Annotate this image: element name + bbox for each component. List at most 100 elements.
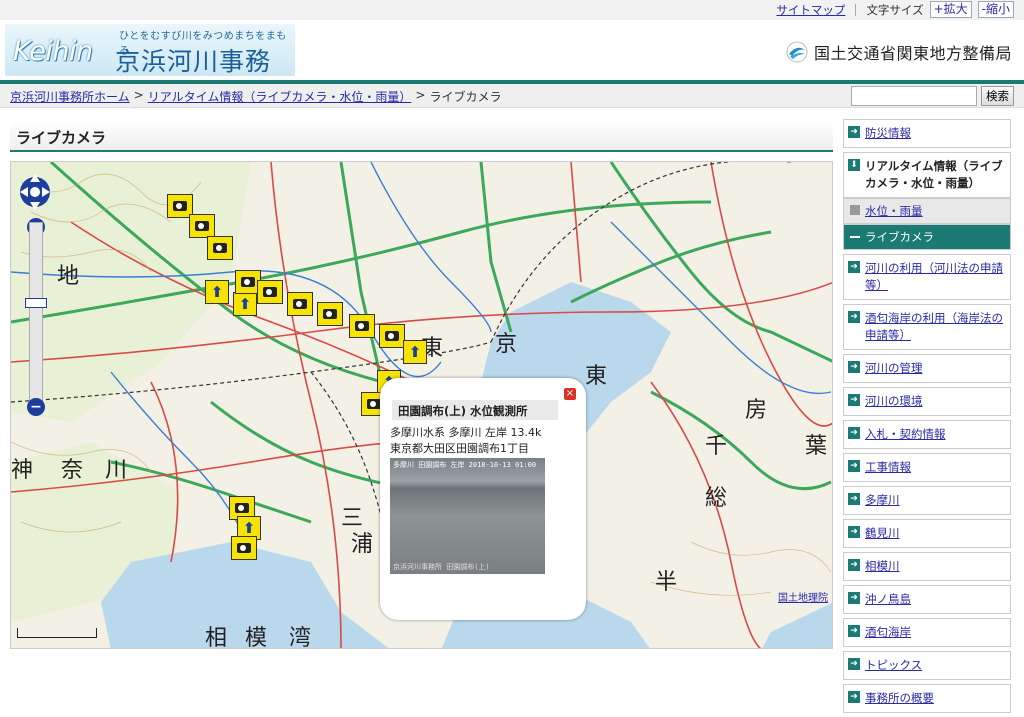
camera-marker[interactable] xyxy=(207,236,233,260)
gsi-link[interactable]: 国土地理院 xyxy=(778,589,828,604)
map-label-sagami-3: 湾 xyxy=(289,626,312,649)
arrow-right-icon: ➜ xyxy=(848,261,860,273)
sidebar-item-river-environment[interactable]: ➜ 河川の環境 xyxy=(843,387,1011,416)
zoom-out-button[interactable]: − xyxy=(27,398,45,416)
sidebar-subitem-live-camera[interactable]: ライブカメラ xyxy=(843,224,1011,250)
map-label-boso-2: 総 xyxy=(705,486,728,511)
camera-marker[interactable] xyxy=(257,280,283,304)
sidebar-item-sagamigawa[interactable]: ➜ 相模川 xyxy=(843,552,1011,581)
sidebar-item-label: トピックス xyxy=(865,658,923,672)
close-icon[interactable]: × xyxy=(564,388,576,400)
live-camera-map[interactable]: 地 東 京 東 神 奈 川 房 千 葉 総 三 浦 半 相 模 湾 + − ⬆ … xyxy=(10,161,833,649)
sidebar-item-label: 多摩川 xyxy=(865,493,900,507)
breadcrumb: 京浜河川事務所ホーム > リアルタイム情報（ライブカメラ・水位・雨量） > ライ… xyxy=(10,88,501,105)
sidebar-item-tamagawa[interactable]: ➜ 多摩川 xyxy=(843,486,1011,515)
map-label-chiba-2: 葉 xyxy=(805,434,828,459)
water-level-marker[interactable]: ⬆ xyxy=(233,292,257,316)
camera-icon xyxy=(293,299,307,309)
site-header: ひとをむすび川をみつめまちをまもる Keihin 京浜河川事務所 国土交通省関東… xyxy=(0,20,1024,112)
sidebar-item-topics[interactable]: ➜ トピックス xyxy=(843,651,1011,680)
snapshot-caption: 京浜河川事務所 田園調布(上) xyxy=(393,563,490,571)
water-level-marker[interactable]: ⬆ xyxy=(403,340,427,364)
page-title-box: ライブカメラ xyxy=(10,122,833,152)
font-enlarge-button[interactable]: +拡大 xyxy=(929,1,972,18)
arrow-right-icon: ➜ xyxy=(848,658,860,670)
sidebar-item-coast-use[interactable]: ➜ 酒匂海岸の利用（海岸法の申請等） xyxy=(843,304,1011,350)
snapshot-timestamp: 多摩川 田園調布 左岸 2018-10-13 01:00 xyxy=(393,461,537,469)
breadcrumb-realtime[interactable]: リアルタイム情報（ライブカメラ・水位・雨量） xyxy=(148,88,412,105)
zoom-slider-track[interactable] xyxy=(29,222,43,412)
breadcrumb-home[interactable]: 京浜河川事務所ホーム xyxy=(10,88,130,105)
arrow-right-icon: ➜ xyxy=(848,460,860,472)
map-label-miura-2: 浦 xyxy=(351,532,374,557)
arrow-right-icon: ➜ xyxy=(848,126,860,138)
arrow-down-icon: ⬇ xyxy=(848,159,860,171)
camera-icon xyxy=(367,399,381,409)
sidebar-item-sakawa-coast[interactable]: ➜ 酒匂海岸 xyxy=(843,618,1011,647)
map-label-sagami-2: 模 xyxy=(245,626,268,649)
sidebar-item-label: 河川の環境 xyxy=(865,394,923,408)
camera-marker[interactable] xyxy=(287,292,313,316)
sidebar-item-office-overview[interactable]: ➜ 事務所の概要 xyxy=(843,684,1011,713)
sidebar-item-realtime[interactable]: ⬇ リアルタイム情報（ライブカメラ・水位・雨量） xyxy=(843,152,1011,198)
popup-address: 東京都大田区田園調布1丁目 xyxy=(390,442,529,455)
sidebar-item-river-use[interactable]: ➜ 河川の利用（河川法の申請等） xyxy=(843,254,1011,300)
camera-icon xyxy=(195,221,209,231)
camera-icon xyxy=(385,331,399,341)
sidebar-item-okinotorishima[interactable]: ➜ 沖ノ鳥島 xyxy=(843,585,1011,614)
map-label-chiba-1: 千 xyxy=(705,434,728,459)
sidebar-item-label: 防災情報 xyxy=(865,126,911,140)
sidebar-item-tsurumigawa[interactable]: ➜ 鶴見川 xyxy=(843,519,1011,548)
camera-marker[interactable] xyxy=(231,536,257,560)
camera-icon xyxy=(237,543,251,553)
camera-snapshot[interactable]: 多摩川 田園調布 左岸 2018-10-13 01:00 京浜河川事務所 田園調… xyxy=(390,458,545,574)
arrow-right-icon: ➜ xyxy=(848,394,860,406)
map-label-kanagawa-2: 川 xyxy=(105,458,128,483)
camera-marker[interactable] xyxy=(379,324,405,348)
camera-icon xyxy=(323,309,337,319)
sidebar-subitem-water-rain[interactable]: 水位・雨量 xyxy=(843,198,1011,224)
map-label-sagami-1: 相 xyxy=(205,626,228,649)
logo-latin: Keihin xyxy=(13,36,93,67)
sidebar-item-disaster-info[interactable]: ➜ 防災情報 xyxy=(843,119,1011,148)
sidebar-item-label: 工事情報 xyxy=(865,460,911,474)
water-level-marker[interactable]: ⬆ xyxy=(205,280,229,304)
sidebar-item-bidding[interactable]: ➜ 入札・契約情報 xyxy=(843,420,1011,449)
map-label-chi: 地 xyxy=(57,264,80,289)
sitemap-link[interactable]: サイトマップ xyxy=(776,2,845,18)
sidebar-item-label: ライブカメラ xyxy=(865,230,934,244)
zoom-control: + − xyxy=(17,168,53,418)
utility-links: サイトマップ 文字サイズ +拡大 -縮小 xyxy=(776,1,1014,18)
sidebar-item-label: 河川の利用（河川法の申請等） xyxy=(865,261,1003,292)
camera-icon xyxy=(173,201,187,211)
plus-square-icon xyxy=(850,205,860,215)
arrow-right-icon: ➜ xyxy=(848,592,860,604)
sidebar-item-label: 入札・契約情報 xyxy=(865,427,946,441)
zoom-slider-knob[interactable] xyxy=(25,298,47,308)
arrow-right-icon: ➜ xyxy=(848,361,860,373)
minus-icon xyxy=(850,236,860,238)
sidebar-item-label: リアルタイム情報（ライブカメラ・水位・雨量） xyxy=(865,159,1003,190)
sidebar-nav: ➜ 防災情報 ⬇ リアルタイム情報（ライブカメラ・水位・雨量） 水位・雨量 ライ… xyxy=(843,119,1013,717)
page-title: ライブカメラ xyxy=(16,129,107,147)
camera-marker[interactable] xyxy=(349,314,375,338)
arrow-up-icon: ⬆ xyxy=(238,294,252,313)
search-input[interactable] xyxy=(851,86,977,106)
map-label-boso-1: 房 xyxy=(745,398,768,423)
font-shrink-button[interactable]: -縮小 xyxy=(977,1,1014,18)
sidebar-item-construction[interactable]: ➜ 工事情報 xyxy=(843,453,1011,482)
camera-marker[interactable] xyxy=(317,302,343,326)
popup-river-info: 多摩川水系 多摩川 左岸 13.4k xyxy=(390,426,542,439)
arrow-up-icon: ⬆ xyxy=(408,342,422,361)
ministry-logo[interactable]: 国土交通省関東地方整備局 xyxy=(786,40,1012,64)
sidebar-item-river-management[interactable]: ➜ 河川の管理 xyxy=(843,354,1011,383)
breadcrumb-current: ライブカメラ xyxy=(429,90,502,104)
arrow-up-icon: ⬆ xyxy=(242,518,256,537)
search-button[interactable]: 検索 xyxy=(981,86,1014,106)
camera-marker[interactable] xyxy=(189,214,215,238)
map-label-east: 東 xyxy=(585,364,608,389)
camera-icon xyxy=(241,277,255,287)
pan-control-icon[interactable] xyxy=(17,168,53,216)
station-popup: × 田園調布(上) 水位観測所 多摩川水系 多摩川 左岸 13.4k 東京都大田… xyxy=(380,378,586,620)
keihin-logo[interactable]: ひとをむすび川をみつめまちをまもる Keihin 京浜河川事務所 xyxy=(5,24,295,112)
